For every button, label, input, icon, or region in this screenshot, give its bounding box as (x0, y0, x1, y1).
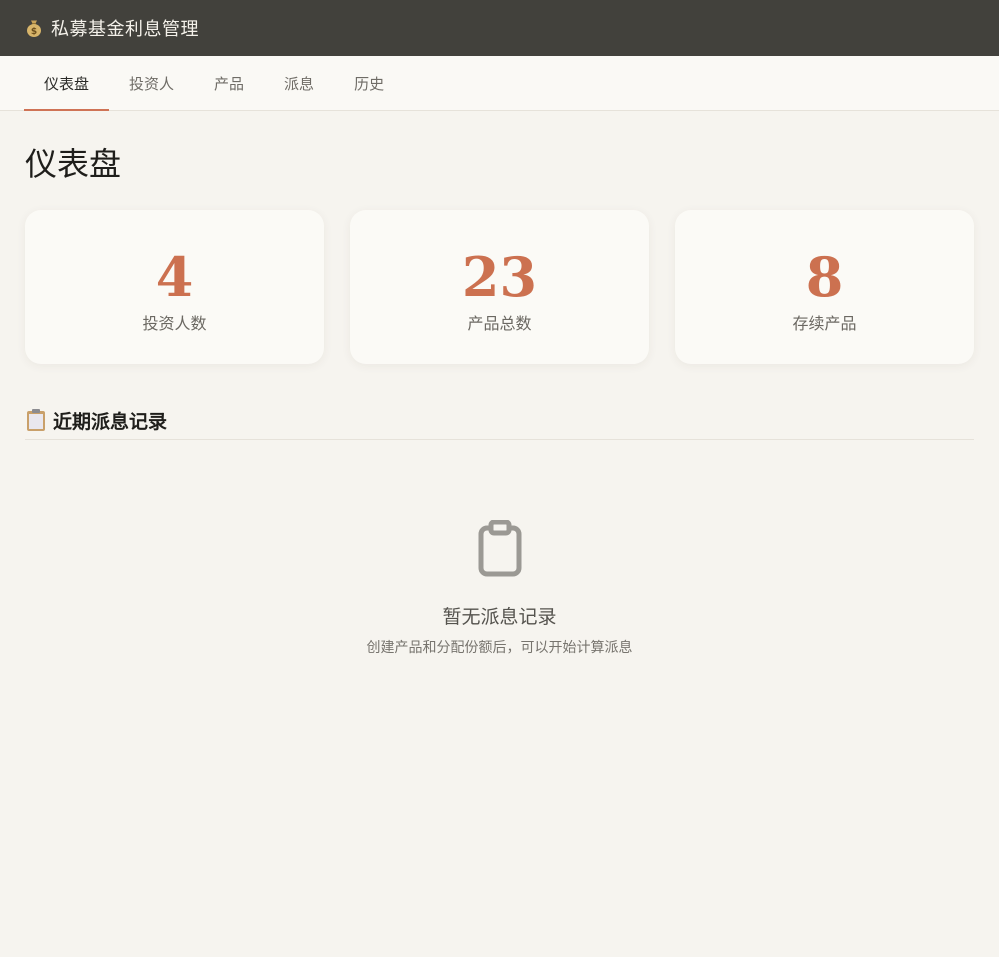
stat-value: 8 (805, 245, 844, 309)
tab-history[interactable]: 历史 (334, 56, 404, 110)
empty-state: 暂无派息记录 创建产品和分配份额后，可以开始计算派息 (25, 519, 974, 657)
tab-investors[interactable]: 投资人 (109, 56, 194, 110)
stats-row: 4 投资人数 23 产品总数 8 存续产品 (25, 210, 974, 364)
stat-label: 产品总数 (467, 314, 532, 333)
stat-label: 投资人数 (142, 314, 207, 333)
stat-value: 23 (461, 245, 538, 309)
app-header: $ 私募基金利息管理 (0, 0, 999, 56)
stat-label: 存续产品 (792, 314, 857, 333)
tab-dashboard[interactable]: 仪表盘 (24, 56, 110, 111)
section-title: 近期派息记录 (53, 410, 168, 433)
page-title: 仪表盘 (25, 145, 122, 183)
tab-products[interactable]: 产品 (194, 56, 264, 110)
main-nav: 仪表盘 投资人 产品 派息 历史 (0, 56, 999, 111)
empty-description: 创建产品和分配份额后，可以开始计算派息 (366, 640, 633, 656)
stat-card-investors: 4 投资人数 (25, 210, 324, 364)
empty-title: 暂无派息记录 (442, 606, 557, 628)
section-divider (25, 439, 974, 440)
clipboard-icon (25, 408, 47, 432)
recent-section-header: 近期派息记录 (25, 406, 974, 434)
app-title: 私募基金利息管理 (51, 19, 199, 40)
dashboard-main: 仪表盘 4 投资人数 23 产品总数 8 存续产品 近期派息记录 暂无派息记录 … (0, 144, 999, 657)
svg-text:$: $ (31, 27, 37, 37)
clipboard-icon (476, 519, 524, 578)
money-bag-icon: $ (24, 18, 44, 38)
stat-card-active-products: 8 存续产品 (675, 210, 974, 364)
stat-card-products: 23 产品总数 (350, 210, 649, 364)
tab-distributions[interactable]: 派息 (264, 56, 334, 110)
stat-value: 4 (155, 245, 194, 309)
